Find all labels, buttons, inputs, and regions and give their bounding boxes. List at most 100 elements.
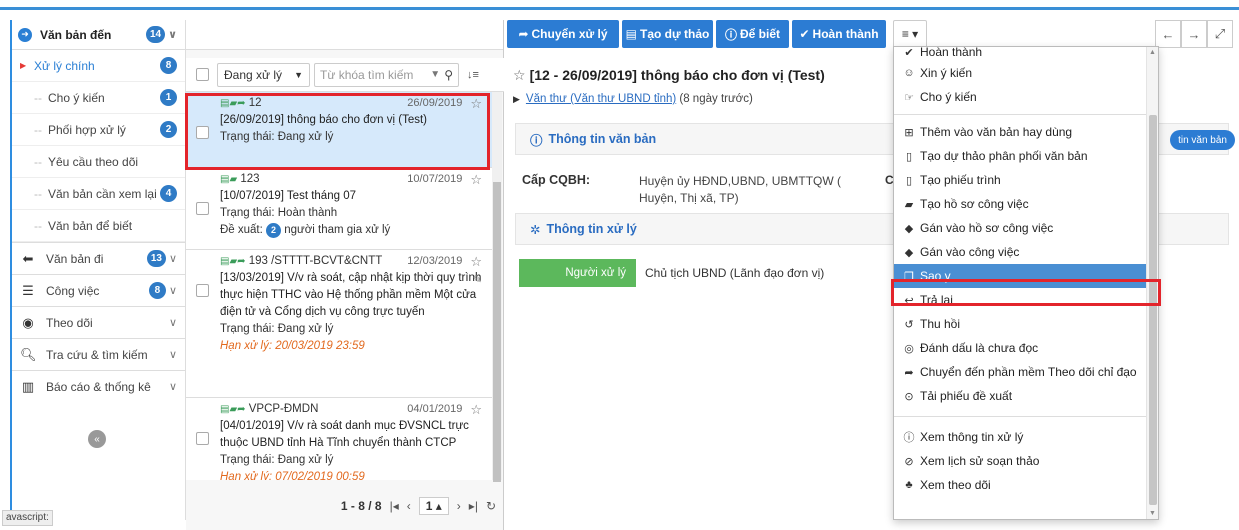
list-scrollbar[interactable]	[492, 92, 502, 482]
doc-proposal: Đề xuất: 2 người tham gia xử lý	[220, 222, 482, 239]
doc-info-pill[interactable]: tin văn bản	[1170, 130, 1235, 150]
caret-right-icon[interactable]: ▶	[513, 94, 520, 104]
sidebar-item-review[interactable]: -- Văn bản cần xem lại 4	[12, 178, 185, 210]
plus-square-icon: ⊞	[904, 126, 914, 139]
sort-icon[interactable]: ↓≡	[467, 69, 479, 81]
count-badge: 8	[148, 282, 166, 299]
next-doc-icon[interactable]: →	[1181, 20, 1207, 48]
sidebar-item-outgoing[interactable]: ⬅ Văn bản đi 13 ∨	[12, 242, 185, 274]
info-circle-icon: ⓘ	[724, 27, 737, 42]
sidebar-header-incoming[interactable]: ➜ Văn bản đến 14 ∨	[12, 20, 185, 50]
expand-icon[interactable]: ⤢	[1207, 20, 1233, 48]
keyword-search-input[interactable]: Từ khóa tìm kiếm ▼ ⚲	[314, 62, 459, 87]
sidebar-item-follow-request[interactable]: -- Yêu cầu theo dõi	[12, 146, 185, 178]
refresh-icon[interactable]: ↻	[486, 499, 496, 513]
doc-deadline: Hạn xử lý: 20/03/2019 23:59	[220, 340, 365, 352]
sidebar-item-label: Văn bản cần xem lại	[48, 186, 157, 201]
pill-label: tin văn bản	[1178, 134, 1227, 146]
create-draft-button[interactable]: ▤ Tạo dự thảo	[622, 20, 713, 48]
menu-item-label: Hoàn thành	[920, 46, 983, 59]
menu-item-label: Đánh dấu là chưa đọc	[920, 341, 1039, 355]
arrow-right-circle-icon: ➜	[18, 27, 32, 42]
caret-down-icon: ▼	[294, 69, 303, 80]
share-icon: ➦	[904, 366, 914, 379]
menu-item-ask-opinion[interactable]: ☺ Xin ý kiến	[894, 61, 1148, 85]
select-all-checkbox[interactable]	[196, 68, 209, 81]
prev-page-icon[interactable]: ‹	[407, 499, 411, 513]
scroll-down-icon[interactable]: ▼	[1149, 510, 1156, 517]
proposal-suffix: người tham gia xử lý	[284, 224, 391, 236]
doc-date: 12/03/2019	[407, 255, 463, 267]
download-circle-icon: ⊙	[904, 390, 914, 403]
doc-status: Trạng thái: Đang xử lý	[220, 323, 334, 335]
status-filter-select[interactable]: Đang xử lý ▼	[217, 62, 310, 87]
forward-button[interactable]: ➦ Chuyển xử lý	[507, 20, 619, 48]
menu-item-view-tracking[interactable]: ♣ Xem theo dõi	[894, 473, 1148, 497]
star-icon[interactable]: ☆	[513, 67, 526, 83]
row-checkbox[interactable]	[196, 284, 209, 297]
sidebar-item-reports[interactable]: ▥ Báo cáo & thống kê ∨	[12, 370, 185, 402]
list-header-spacer	[186, 20, 503, 50]
star-icon[interactable]: ☆	[470, 253, 482, 270]
doc-title: [10/07/2019] Test tháng 07	[220, 190, 356, 202]
prev-doc-icon[interactable]: ←	[1155, 20, 1181, 48]
menu-item-label: Thêm vào văn bản hay dùng	[920, 125, 1073, 139]
arrow-left-circle-icon: ⬅	[22, 250, 34, 266]
forward-label: Chuyển xử lý	[531, 27, 608, 41]
smile-icon: ☺	[903, 67, 915, 79]
menu-divider	[894, 416, 1148, 417]
fyi-label: Để biết	[740, 27, 781, 41]
menu-item-mark-unread[interactable]: ◎ Đánh dấu là chưa đọc	[894, 336, 1148, 360]
menu-item-assign-work-file[interactable]: ◆ Gán vào hồ sơ công việc	[894, 216, 1148, 240]
collapse-sidebar-icon[interactable]: «	[88, 430, 106, 448]
more-actions-button[interactable]: ≡ ▾	[893, 20, 927, 48]
first-page-icon[interactable]: |◂	[390, 499, 399, 513]
menu-item-label: Xin ý kiến	[920, 66, 973, 80]
history-icon: ⊘	[904, 455, 914, 468]
chevron-down-icon: ∨	[168, 317, 177, 329]
sender-link[interactable]: Văn thư (Văn thư UBND tỉnh)	[526, 93, 676, 105]
menu-item-assign-task[interactable]: ◆ Gán vào công việc	[894, 240, 1148, 264]
list-item[interactable]: ▤▰➦ VPCP-ĐMDN 04/01/2019 ☆ [04/01/2019] …	[186, 398, 492, 480]
menu-item-view-draft-history[interactable]: ⊘ Xem lịch sử soạn thảo	[894, 449, 1148, 473]
complete-button[interactable]: ✔ Hoàn thành	[792, 20, 886, 48]
sidebar-item-coordinate[interactable]: -- Phối hợp xử lý 2	[12, 114, 185, 146]
menu-item-transfer-software[interactable]: ➦ Chuyển đến phần mềm Theo dõi chỉ đạo	[894, 360, 1148, 384]
row-checkbox[interactable]	[196, 432, 209, 445]
menu-item-give-opinion[interactable]: ☞ Cho ý kiến	[894, 85, 1148, 109]
menu-item-complete[interactable]: ✔ Hoàn thành	[894, 46, 1148, 61]
sidebar-item-fyi[interactable]: -- Văn bản để biết	[12, 210, 185, 242]
menu-item-create-submission[interactable]: ▯ Tạo phiếu trình	[894, 168, 1148, 192]
menu-item-recall[interactable]: ↺ Thu hồi	[894, 312, 1148, 336]
last-page-icon[interactable]: ▸|	[469, 499, 478, 513]
count-badge: 8	[160, 57, 177, 74]
tag-icon: ◆	[904, 246, 914, 259]
sidebar-item-tasks[interactable]: ☰ Công việc 8 ∨	[12, 274, 185, 306]
page-select[interactable]: 1 ▴	[418, 497, 449, 515]
menu-item-download-proposal[interactable]: ⊙ Tải phiếu đề xuất	[894, 384, 1148, 408]
list-item[interactable]: ▤▰ 123 10/07/2019 ☆ [10/07/2019] Test th…	[186, 168, 492, 250]
menu-item-add-favorite[interactable]: ⊞ Thêm vào văn bản hay dùng	[894, 120, 1148, 144]
doc-title: [04/01/2019] V/v rà soát danh mục ĐVSNCL…	[220, 420, 469, 449]
complete-label: Hoàn thành	[812, 27, 879, 41]
sidebar-item-monitor[interactable]: ◉ Theo dõi ∨	[12, 306, 185, 338]
sidebar-item-opinion[interactable]: -- Cho ý kiến 1	[12, 82, 185, 114]
count-badge: 4	[160, 185, 177, 202]
sidebar-item-main-processing[interactable]: ▶ Xử lý chính 8	[12, 50, 185, 82]
menu-item-create-work-file[interactable]: ▰ Tạo hồ sơ công việc	[894, 192, 1148, 216]
menu-item-draft-distribution[interactable]: ▯ Tạo dự thảo phân phối văn bản	[894, 144, 1148, 168]
row-checkbox[interactable]	[196, 202, 209, 215]
filter-icon[interactable]: ▼	[430, 69, 440, 80]
forward-icon: ➦	[518, 27, 529, 41]
star-icon[interactable]: ☆	[470, 401, 482, 418]
sidebar-item-search[interactable]: 🔍︎ Tra cứu & tìm kiếm ∨	[12, 338, 185, 370]
fyi-button[interactable]: ⓘ Để biết	[716, 20, 789, 48]
scroll-up-icon[interactable]: ▲	[1149, 49, 1156, 56]
star-icon[interactable]: ☆	[470, 171, 482, 188]
search-icon[interactable]: ⚲	[444, 68, 453, 82]
list-item[interactable]: ✎ ▤▰➦ 193 /STTTT-BCVT&CNTT 12/03/2019 ☆ …	[186, 250, 492, 398]
menu-item-label: Gán vào công việc	[920, 245, 1020, 259]
menu-item-view-process-info[interactable]: ⓘ Xem thông tin xử lý	[894, 425, 1148, 449]
tree-dash: --	[34, 154, 42, 169]
next-page-icon[interactable]: ›	[457, 499, 461, 513]
